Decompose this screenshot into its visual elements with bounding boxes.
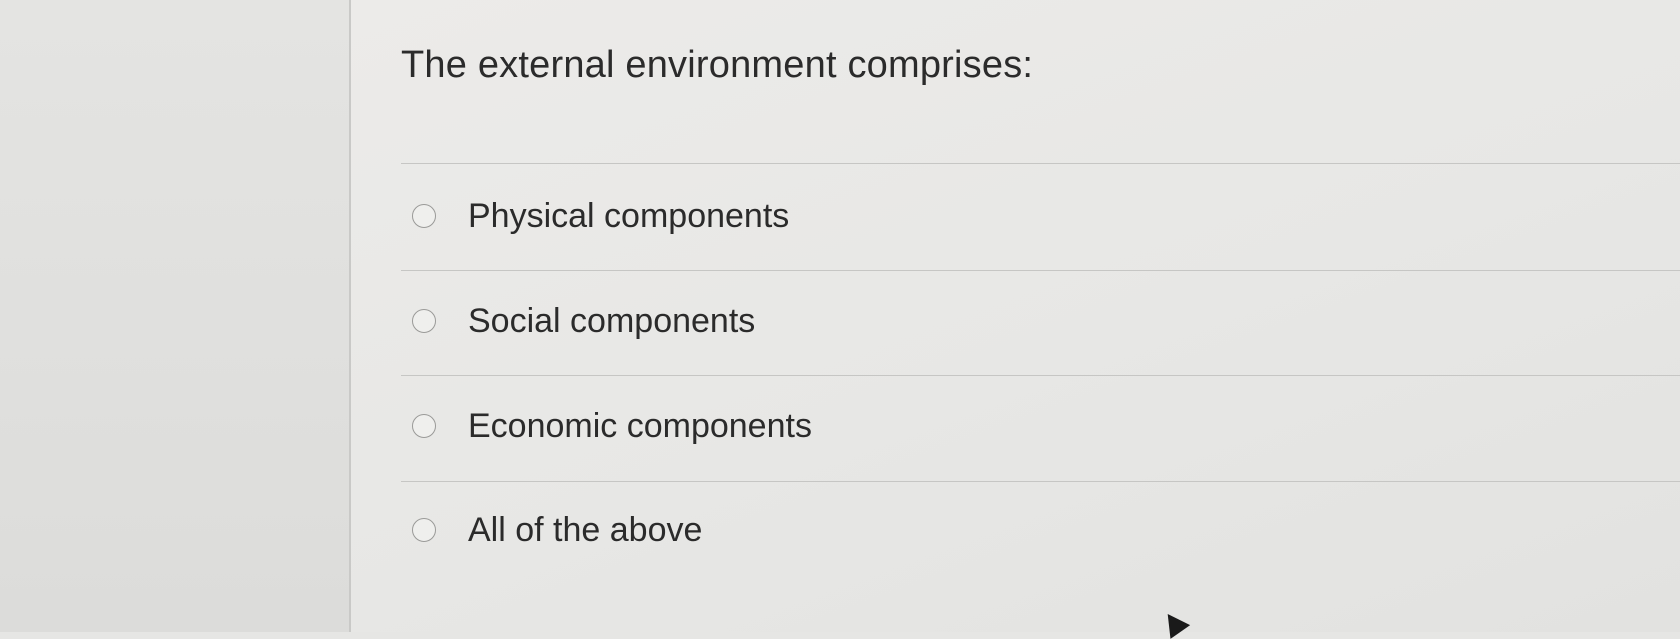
option-all-of-the-above[interactable]: All of the above bbox=[412, 502, 702, 558]
divider bbox=[401, 481, 1680, 482]
option-label: All of the above bbox=[468, 510, 703, 549]
radio-button[interactable] bbox=[412, 204, 436, 228]
radio-button[interactable] bbox=[412, 309, 436, 333]
radio-button[interactable] bbox=[412, 518, 436, 542]
question-text: The external environment comprises: bbox=[401, 44, 1034, 86]
option-label: Economic components bbox=[468, 406, 812, 445]
divider bbox=[401, 375, 1680, 376]
radio-button[interactable] bbox=[412, 414, 436, 438]
option-economic-components[interactable]: Economic components bbox=[412, 398, 812, 454]
left-gutter bbox=[0, 0, 349, 632]
option-physical-components[interactable]: Physical components bbox=[412, 188, 789, 244]
option-label: Physical components bbox=[468, 196, 790, 235]
option-social-components[interactable]: Social components bbox=[412, 293, 755, 349]
divider bbox=[401, 163, 1680, 164]
option-label: Social components bbox=[468, 301, 756, 340]
divider bbox=[401, 270, 1680, 271]
